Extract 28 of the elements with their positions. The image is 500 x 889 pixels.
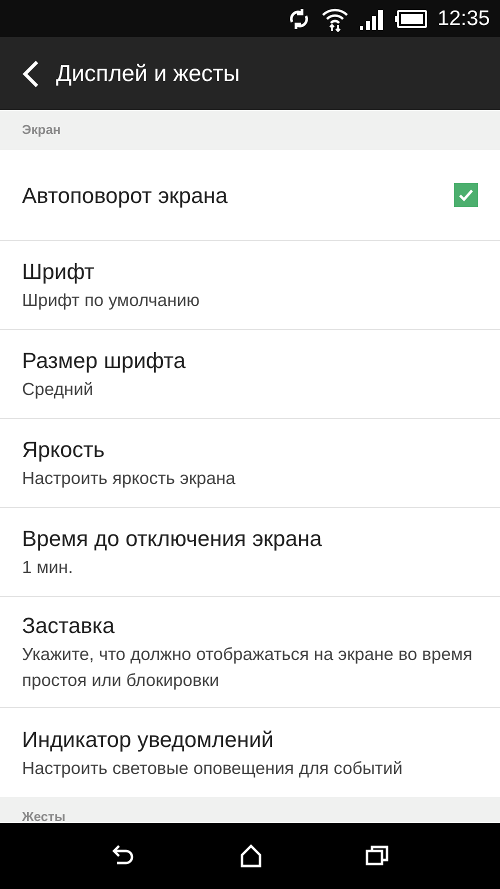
setting-item[interactable]: Время до отключения экрана 1 мин. — [0, 508, 500, 597]
setting-description: Шрифт по умолчанию — [22, 289, 201, 312]
clock: 12:35 — [437, 6, 490, 32]
setting-title: Индикатор уведомлений — [22, 726, 275, 754]
setting-description: 1 мин. — [22, 556, 74, 579]
battery-icon — [395, 10, 428, 28]
home-icon[interactable] — [239, 844, 263, 868]
setting-title: Время до отключения экрана — [22, 525, 323, 553]
checkbox[interactable] — [454, 183, 478, 207]
setting-item[interactable]: Индикатор уведомлений Настроить световые оповещения для событий — [0, 708, 500, 797]
setting-title: Размер шрифта — [22, 347, 187, 375]
section-header: Жесты — [22, 808, 66, 823]
setting-description: Укажите, что должно отображаться на экране во время простоя или блокировки — [22, 643, 474, 692]
setting-item[interactable]: Размер шрифта Средний — [0, 330, 500, 419]
setting-item[interactable]: Заставка Укажите, что должно отображаться на экране во время простоя или блокировки — [0, 597, 500, 708]
setting-item[interactable]: Шрифт Шрифт по умолчанию — [0, 241, 500, 330]
setting-title: Яркость — [22, 436, 106, 464]
setting-description: Настроить яркость экрана — [22, 467, 236, 490]
setting-title: Автоповорот экрана — [22, 182, 228, 210]
setting-title: Заставка — [22, 612, 116, 640]
setting-description: Средний — [22, 378, 94, 401]
screen-title: Дисплей и жесты — [56, 59, 240, 88]
setting-title: Шрифт — [22, 258, 96, 286]
setting-item[interactable]: Яркость Настроить яркость экрана — [0, 419, 500, 508]
setting-description: Настроить световые оповещения для событий — [22, 756, 404, 780]
recent-apps-icon[interactable] — [365, 844, 389, 868]
signal-icon — [359, 8, 386, 30]
section-header: Экран — [22, 121, 61, 140]
